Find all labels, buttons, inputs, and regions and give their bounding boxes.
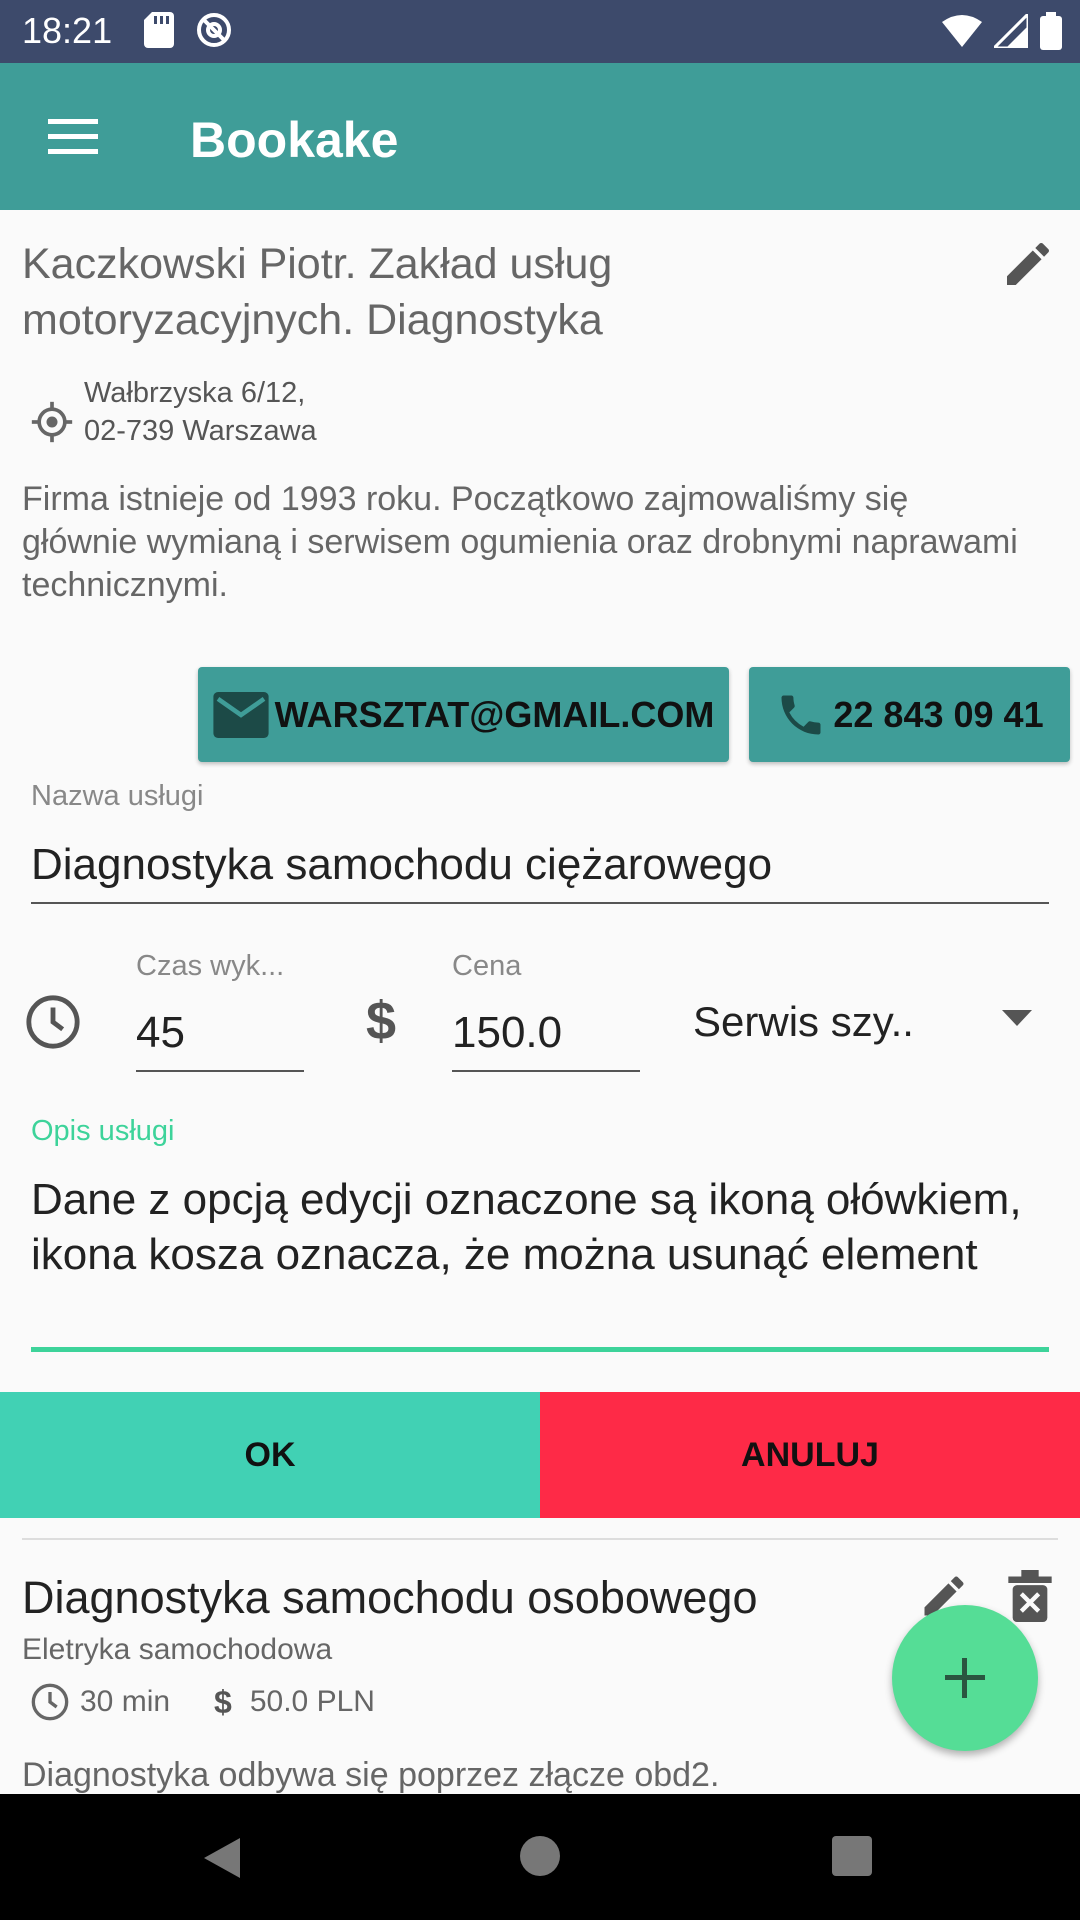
battery-icon bbox=[1040, 12, 1062, 50]
time-underline bbox=[136, 1070, 304, 1072]
service-price: 50.0 PLN bbox=[249, 1685, 375, 1718]
menu-icon bbox=[48, 119, 98, 154]
service-description: Diagnostyka odbywa się poprzez złącze ob… bbox=[22, 1756, 720, 1794]
description-underline bbox=[31, 1347, 1049, 1352]
service-meta: 30 min $ 50.0 PLN bbox=[30, 1682, 375, 1722]
service-name-underline bbox=[31, 902, 1049, 904]
business-description: Firma istnieje od 1993 roku. Początkowo … bbox=[22, 480, 1018, 604]
cancel-button[interactable]: ANULUJ bbox=[540, 1392, 1080, 1518]
home-icon[interactable] bbox=[520, 1836, 560, 1876]
app-title: Bookake bbox=[190, 112, 399, 168]
email-label: WARSZTAT@GMAIL.COM bbox=[274, 693, 715, 735]
service-duration: 30 min bbox=[80, 1685, 171, 1718]
app-bar: Bookake bbox=[0, 63, 1080, 210]
edit-business-button[interactable] bbox=[1000, 236, 1056, 292]
wifi-icon bbox=[942, 15, 982, 47]
status-bar: 18:21 bbox=[0, 0, 1080, 63]
description-input[interactable]: Dane z opcją edycji oznaczone są ikoną o… bbox=[31, 1172, 1051, 1282]
phone-label: 22 843 09 41 bbox=[833, 693, 1044, 735]
dollar-icon: $ bbox=[366, 991, 397, 1051]
clock-icon bbox=[31, 1683, 69, 1721]
dropdown-arrow-icon[interactable] bbox=[1002, 1010, 1032, 1030]
time-label: Czas wyk... bbox=[136, 950, 285, 982]
clock-icon bbox=[26, 995, 80, 1049]
dollar-icon: $ bbox=[214, 1683, 232, 1720]
back-icon[interactable] bbox=[202, 1836, 242, 1880]
signal-icon bbox=[994, 14, 1028, 48]
recents-icon[interactable] bbox=[832, 1836, 872, 1876]
business-address: Wałbrzyska 6/12, 02-739 Warszawa bbox=[84, 374, 317, 450]
status-time: 18:21 bbox=[22, 10, 113, 51]
service-title: Diagnostyka samochodu osobowego bbox=[22, 1572, 758, 1623]
plus-icon bbox=[945, 1658, 985, 1698]
menu-button[interactable] bbox=[40, 107, 110, 167]
price-input[interactable]: 150.0 bbox=[452, 1008, 562, 1058]
ok-button[interactable]: OK bbox=[0, 1392, 540, 1518]
category-select[interactable]: Serwis szy.. bbox=[693, 998, 914, 1046]
service-name-input[interactable]: Diagnostyka samochodu ciężarowego bbox=[31, 840, 772, 890]
time-input[interactable]: 45 bbox=[136, 1008, 185, 1058]
description-label: Opis usługi bbox=[31, 1115, 175, 1147]
delete-service-button[interactable] bbox=[1008, 1570, 1052, 1622]
service-name-label: Nazwa usługi bbox=[31, 780, 204, 812]
price-underline bbox=[452, 1070, 640, 1072]
phone-icon bbox=[781, 695, 821, 734]
address-line-1: Wałbrzyska 6/12, bbox=[84, 377, 306, 409]
service-category: Eletryka samochodowa bbox=[22, 1633, 333, 1666]
business-name: Kaczkowski Piotr. Zakład usług motoryzac… bbox=[22, 240, 613, 344]
divider bbox=[22, 1538, 1058, 1540]
add-service-fab[interactable] bbox=[892, 1605, 1038, 1751]
price-label: Cena bbox=[452, 950, 522, 982]
phone-button[interactable]: 22 843 09 41 bbox=[749, 667, 1070, 762]
sd-card-icon bbox=[144, 12, 174, 48]
address-line-2: 02-739 Warszawa bbox=[84, 415, 317, 447]
email-button[interactable]: WARSZTAT@GMAIL.COM bbox=[198, 667, 729, 762]
trash-icon bbox=[1008, 1570, 1052, 1622]
vpn-icon bbox=[197, 13, 231, 47]
navigation-bar bbox=[0, 1794, 1080, 1920]
location-icon bbox=[31, 401, 73, 443]
mail-icon bbox=[213, 691, 269, 738]
pencil-icon bbox=[1007, 242, 1050, 285]
